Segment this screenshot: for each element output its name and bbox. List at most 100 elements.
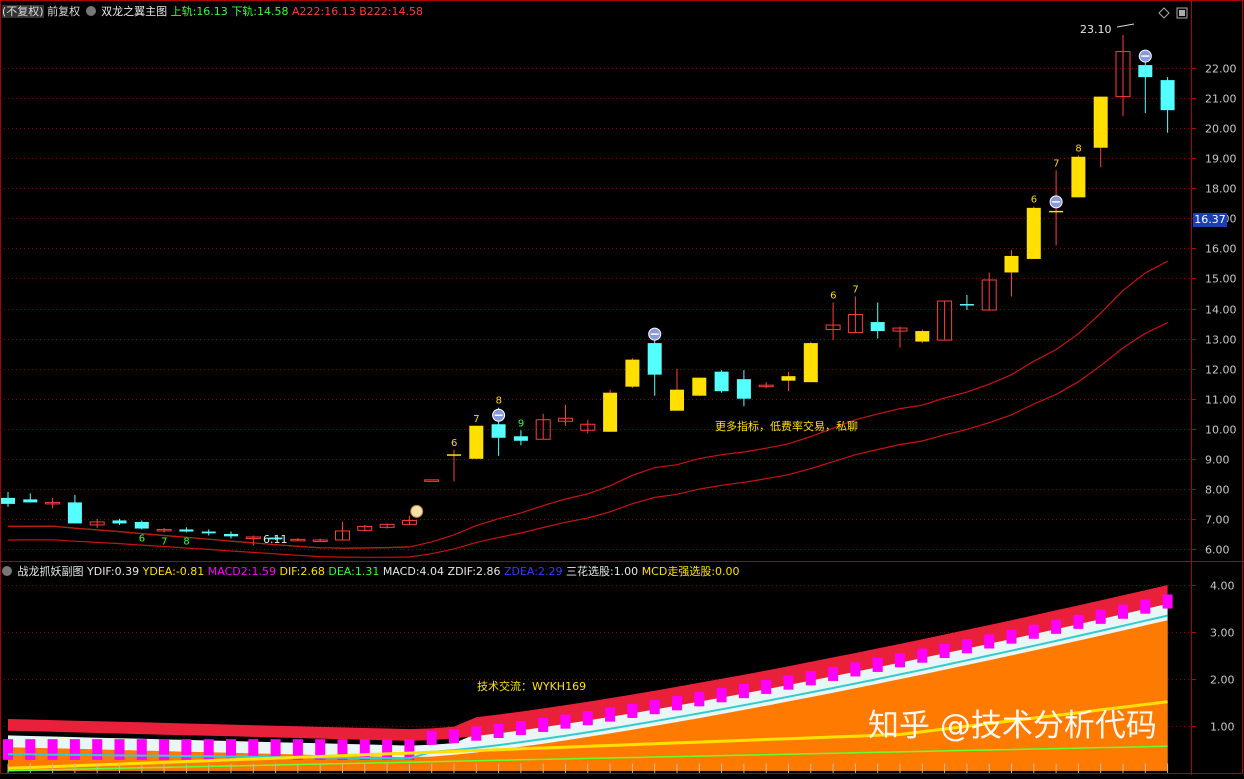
candle-body (201, 531, 216, 534)
macd-bar (939, 643, 950, 659)
candle-body (647, 343, 662, 375)
macd-bar (649, 700, 660, 715)
macd-bar (114, 739, 125, 760)
main-note-text: 更多指标，低费率交易，私聊 (715, 420, 858, 433)
main-y-tick-label: 10.00 (1205, 424, 1237, 437)
macd-bar (761, 679, 772, 694)
candle-body (1049, 210, 1064, 213)
candle-body (959, 304, 974, 306)
macd-bar (872, 657, 883, 672)
chart-canvas: 22.0021.0020.0019.0018.0017.0016.0015.00… (0, 0, 1244, 775)
sanhua-value: 1.00 (613, 565, 639, 578)
sub-indicator-name[interactable]: 战龙抓妖副图 (18, 565, 84, 578)
main-y-tick-label: 8.00 (1205, 484, 1230, 497)
macd-bar (92, 739, 103, 760)
macd-bar (449, 728, 459, 744)
sanhua-label: 三花选股: (565, 565, 614, 578)
macd-bar (560, 714, 571, 729)
macd-bar (69, 739, 80, 760)
candle-body (224, 533, 238, 537)
lower-band-label: 下轨: (231, 5, 258, 18)
upper-band-label: 上轨: (170, 5, 197, 18)
candle-body (1004, 255, 1019, 273)
macd2-value: 1.59 (251, 565, 276, 578)
candle-count-label: 8 (183, 536, 189, 547)
candle-count-label: 8 (1075, 143, 1081, 154)
macd2-label: MACD2: (207, 565, 252, 578)
macd-bar (1051, 619, 1062, 634)
macd-bar (136, 739, 147, 760)
macd-bar (1118, 604, 1128, 619)
candle-count-label: 6 (451, 438, 457, 449)
main-prefix: (不复权) (2, 5, 44, 18)
candle-body (1093, 96, 1108, 148)
sub-y-tick-label: 1.00 (1210, 721, 1235, 734)
candle-body (692, 377, 707, 396)
main-y-tick-label: 15.00 (1205, 273, 1237, 286)
candle-body (625, 359, 640, 387)
macd-bar (895, 653, 905, 668)
macd-bar (359, 739, 370, 760)
b222-value: 14.58 (391, 5, 424, 18)
candle-body (513, 436, 528, 441)
adjust-mode-dropdown[interactable]: 前复权 (47, 5, 80, 18)
macd-bar (1006, 629, 1017, 644)
macd-bar (984, 634, 995, 649)
macd-bar (426, 730, 437, 745)
candle-body (781, 376, 796, 381)
main-y-tick-label: 21.00 (1205, 93, 1237, 106)
zdea-label: ZDEA: (503, 565, 538, 578)
indicator-menu-icon[interactable] (85, 6, 96, 16)
main-y-tick-label: 9.00 (1205, 454, 1230, 467)
diamond-icon[interactable] (1158, 4, 1170, 19)
candle-count-label: 9 (518, 418, 524, 429)
high-price-marker: 23.10 (1080, 23, 1112, 36)
zdif-label: ZDIF: (447, 565, 476, 578)
lower-band-line (7, 322, 1168, 558)
macd-bar (783, 675, 794, 690)
candle-body (803, 343, 818, 383)
mcd-label: MCD走强选股: (641, 565, 716, 578)
candle-body (447, 454, 461, 456)
ydif-value: 0.39 (114, 565, 140, 578)
candle-count-label: 8 (496, 396, 502, 407)
expand-panel-icon[interactable] (1176, 4, 1188, 19)
candle-body (1160, 80, 1175, 111)
candle-body (67, 502, 82, 524)
macd-bar (961, 639, 972, 654)
candle-count-label: 7 (1053, 158, 1059, 169)
macd-bar (828, 666, 839, 681)
macd-bar (582, 711, 593, 726)
candle-count-label: 6 (830, 291, 836, 302)
dea-label: DEA: (328, 565, 355, 578)
candle-count-label: 7 (852, 285, 858, 296)
candle-body (23, 499, 38, 503)
candle-body (736, 379, 751, 399)
macd-bar (738, 684, 749, 699)
dea-value: 1.31 (354, 565, 380, 578)
lower-band-value: 14.58 (257, 5, 289, 18)
main-y-tick-label: 16.00 (1205, 243, 1237, 256)
sub-y-tick-label: 4.00 (1210, 580, 1235, 593)
sub-header: 战龙抓妖副图 YDIF:0.39 YDEA:-0.81 MACD2:1.59 D… (2, 563, 740, 578)
candle-body (603, 392, 618, 432)
main-y-tick-label: 22.00 (1205, 63, 1237, 76)
candle-count-label: 7 (161, 536, 167, 547)
candle-body (714, 371, 729, 392)
sub-y-tick-label: 2.00 (1210, 674, 1235, 687)
b222-label: B222: (359, 5, 392, 18)
main-header: (不复权) 前复权 双龙之翼主图 上轨:16.13 下轨:14.58 A222:… (2, 3, 423, 18)
ydea-value: -0.81 (175, 565, 205, 578)
dif-label: DIF: (279, 565, 301, 578)
macd-bar (1162, 594, 1173, 609)
candle-body (491, 424, 506, 438)
macd-bar (471, 726, 482, 741)
main-y-tick-label: 20.00 (1205, 123, 1237, 136)
a222-label: A222: (292, 5, 325, 18)
main-indicator-name[interactable]: 双龙之翼主图 (101, 5, 167, 18)
sub-note-text: 技术交流：WYKH169 (477, 680, 587, 693)
sub-indicator-menu-icon[interactable] (2, 566, 12, 576)
candle-body (134, 521, 149, 529)
main-y-tick-label: 11.00 (1205, 394, 1237, 407)
main-y-tick-label: 13.00 (1205, 334, 1237, 347)
